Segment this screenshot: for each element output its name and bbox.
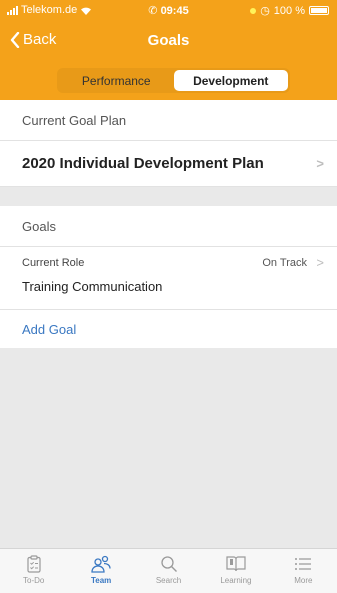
segmented-control: Performance Development (57, 68, 290, 93)
chevron-right-icon: > (316, 156, 324, 171)
section-spacer (0, 187, 337, 206)
goal-name: Training Communication (22, 279, 163, 294)
search-icon (160, 556, 177, 572)
battery-percent: 100 % (273, 4, 305, 17)
main-content: Current Goal Plan 2020 Individual Develo… (0, 100, 337, 348)
section-header-goal-plan: Current Goal Plan (0, 100, 337, 141)
segment-bar: Performance Development (0, 60, 337, 100)
section-header-goals: Goals (0, 206, 337, 247)
phone-icon: ✆ (148, 5, 158, 17)
tab-performance[interactable]: Performance (59, 70, 174, 91)
alarm-icon: ◷ (260, 5, 270, 17)
goal-row[interactable]: Current Role On Track > Training Communi… (0, 247, 337, 310)
tab-learning-label: Learning (220, 576, 252, 585)
add-goal-link[interactable]: Add Goal (0, 310, 337, 348)
menu-icon (295, 558, 312, 570)
tab-more-label: More (294, 576, 313, 585)
goals-section: Goals Current Role On Track > Training C… (0, 206, 337, 348)
team-icon (91, 555, 111, 573)
book-icon (226, 556, 246, 572)
tab-team[interactable]: Team (67, 549, 134, 593)
goal-plan-row[interactable]: 2020 Individual Development Plan > (0, 141, 337, 187)
chevron-right-icon: > (316, 255, 324, 270)
goal-status: On Track (262, 257, 307, 269)
tab-todo-label: To-Do (23, 576, 45, 585)
battery-icon (309, 6, 329, 15)
tab-search[interactable]: Search (135, 549, 202, 593)
tab-search-label: Search (155, 576, 182, 585)
goal-category: Current Role (22, 257, 85, 269)
location-dot-icon (250, 7, 257, 14)
status-bar: Telekom.de ✆ 09:45 ◷ 100 % (0, 0, 337, 22)
tab-learning[interactable]: Learning (202, 549, 269, 593)
tab-development[interactable]: Development (173, 70, 288, 91)
page-title: Goals (147, 32, 190, 49)
tab-more[interactable]: More (270, 549, 337, 593)
clipboard-icon (27, 555, 41, 573)
goal-plan-section: Current Goal Plan 2020 Individual Develo… (0, 100, 337, 187)
tab-bar: To-Do Team Search Learning More (0, 548, 337, 593)
tab-team-label: Team (90, 576, 112, 585)
tab-todo[interactable]: To-Do (0, 549, 67, 593)
goal-plan-name: 2020 Individual Development Plan (22, 155, 264, 172)
status-right: ◷ 100 % (250, 4, 329, 17)
nav-bar: Back Goals (0, 22, 337, 60)
